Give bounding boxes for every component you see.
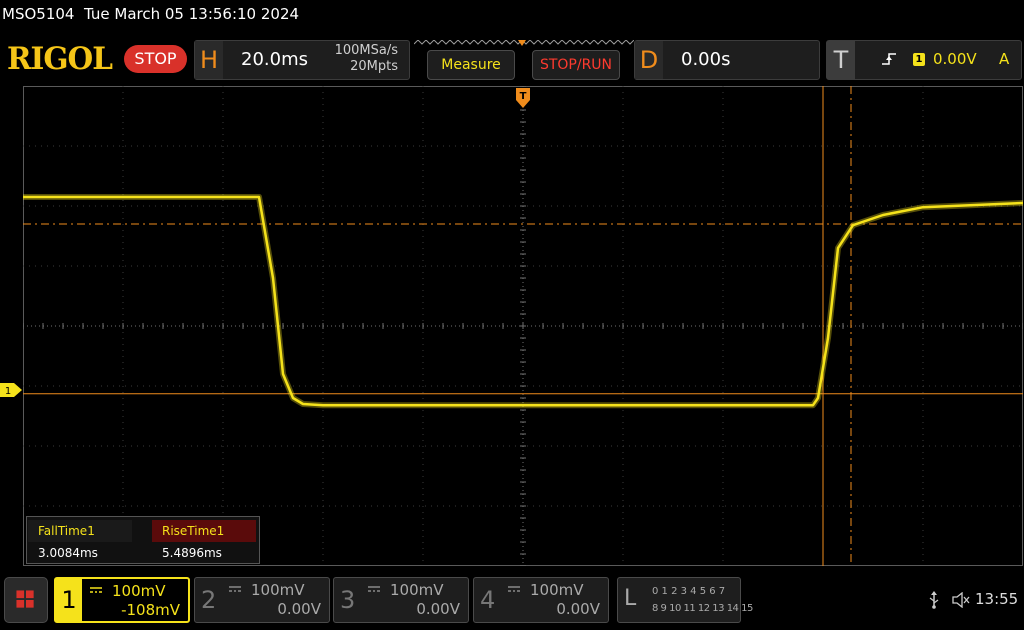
dc-coupling-icon <box>508 586 520 592</box>
channel-2-scale: 100mV <box>251 581 305 599</box>
logic-channels-row-2: 8 9 10 11 12 13 14 15 <box>652 603 753 614</box>
datetime: Tue March 05 13:56:10 2024 <box>84 5 300 23</box>
channel-4-offset: 0.00V <box>556 600 600 618</box>
ch1-trace-point <box>292 397 294 399</box>
speaker-muted-icon[interactable] <box>952 592 970 608</box>
channel-3-scale: 100mV <box>390 581 444 599</box>
delay-label: D <box>635 41 663 79</box>
channel-1-panel[interactable]: 1 100mV -108mV <box>54 577 190 623</box>
dc-coupling-icon <box>90 587 102 593</box>
meas-value-falltime: 3.0084ms <box>38 546 98 560</box>
meas-header-risetime[interactable]: RiseTime1 <box>152 520 256 542</box>
channel-3-number: 3 <box>340 586 356 614</box>
channel-2-number: 2 <box>201 586 217 614</box>
ch1-trace-point <box>302 403 304 405</box>
trigger-mode: A <box>999 50 1010 68</box>
model-name: MSO5104 <box>2 5 75 23</box>
meas-value-risetime: 5.4896ms <box>162 546 222 560</box>
ch1-trace-point <box>812 404 814 407</box>
delay-panel[interactable]: D 0.00s <box>634 40 820 80</box>
grid-menu-icon <box>16 590 34 608</box>
main-menu-button[interactable] <box>4 577 48 623</box>
graticule <box>23 86 1023 566</box>
channel-1-scale: 100mV <box>112 582 166 600</box>
logic-channels-row-1: 0 1 2 3 4 5 6 7 <box>652 586 726 597</box>
dc-coupling-icon <box>229 586 241 592</box>
delay-value: 0.00s <box>681 49 731 70</box>
ch1-trace-point <box>322 404 324 407</box>
meas-header-falltime[interactable]: FallTime1 <box>28 520 132 542</box>
channel-4-scale: 100mV <box>530 581 584 599</box>
sample-rate: 100MSa/s <box>334 43 398 58</box>
trigger-position-marker-icon: T <box>516 88 530 108</box>
ch1-offset-marker-icon[interactable]: 1 <box>0 383 22 397</box>
memory-depth: 20Mpts <box>350 59 398 74</box>
channel-2-panel[interactable]: 2 100mV 0.00V <box>194 577 330 623</box>
ch1-trace-point <box>922 206 924 208</box>
waveform-display[interactable] <box>23 86 1023 566</box>
rising-edge-icon <box>882 53 896 65</box>
trigger-label: T <box>827 41 855 79</box>
channel-3-panel[interactable]: 3 100mV 0.00V <box>333 577 469 623</box>
channel-2-offset: 0.00V <box>277 600 321 618</box>
ch1-trace-point <box>837 247 839 249</box>
ch1-trace-point <box>882 214 884 216</box>
ch1-trace-point <box>282 373 284 375</box>
timebase-value: 20.0ms <box>241 49 308 70</box>
channel-4-panel[interactable]: 4 100mV 0.00V <box>473 577 609 623</box>
ch1-trace-point <box>852 224 854 226</box>
run-state-badge[interactable]: STOP <box>124 45 187 73</box>
channel-1-offset: -108mV <box>121 601 180 619</box>
dc-coupling-icon <box>368 586 380 592</box>
channel-1-number: 1 <box>56 579 82 621</box>
ch1-trace-point <box>827 337 829 339</box>
ch1-trace-point <box>272 277 274 279</box>
logic-analyzer-panel[interactable]: L 0 1 2 3 4 5 6 7 8 9 10 11 12 13 14 15 <box>617 577 753 623</box>
logic-label: L <box>624 586 637 611</box>
horizontal-label: H <box>195 41 223 79</box>
rigol-logo: RIGOL <box>7 41 113 77</box>
trigger-source: 1 <box>913 53 925 66</box>
ch1-marker-label: 1 <box>5 386 11 397</box>
measure-button[interactable]: Measure <box>427 50 515 80</box>
channel-4-number: 4 <box>480 586 496 614</box>
trigger-panel[interactable]: T 1 0.00V A <box>826 40 1022 80</box>
trigger-level: 0.00V <box>933 50 977 68</box>
stop-run-button[interactable]: STOP/RUN <box>532 50 620 80</box>
title-line: MSO5104 Tue March 05 13:56:10 2024 <box>2 5 299 23</box>
usb-icon <box>929 591 939 609</box>
svg-text:T: T <box>520 91 527 102</box>
horizontal-panel[interactable]: H 20.0ms 100MSa/s 20Mpts <box>194 40 410 80</box>
ch1-trace-point <box>258 196 260 198</box>
channel-3-offset: 0.00V <box>416 600 460 618</box>
ch1-trace-point <box>817 397 819 399</box>
trigger-position-strip-icon <box>414 40 634 46</box>
status-clock: 13:55 <box>975 590 1019 608</box>
